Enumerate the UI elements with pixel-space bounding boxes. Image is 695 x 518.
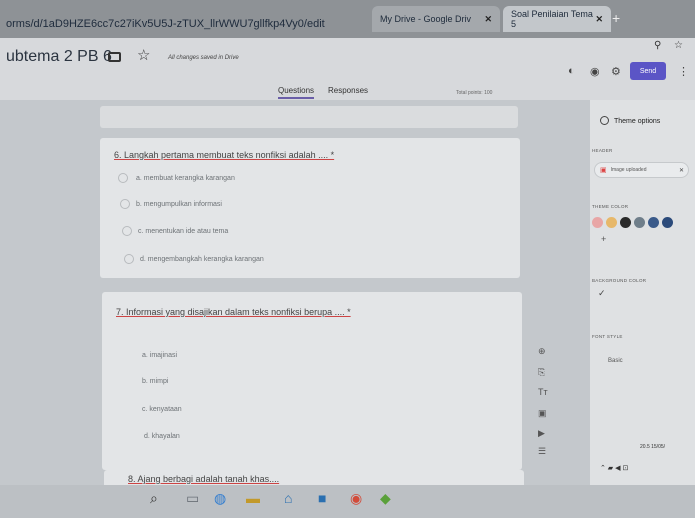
- mail-icon[interactable]: ■: [318, 490, 326, 506]
- send-button[interactable]: Send: [630, 62, 666, 80]
- radio-option[interactable]: [122, 226, 132, 236]
- form-title[interactable]: ubtema 2 PB 6: [6, 48, 112, 66]
- import-questions-icon[interactable]: ⎘: [538, 367, 545, 378]
- color-swatch[interactable]: [634, 217, 645, 228]
- radio-option[interactable]: [120, 199, 130, 209]
- new-tab-button[interactable]: +: [612, 10, 620, 26]
- font-style-select[interactable]: Basic: [608, 358, 623, 364]
- chrome-icon[interactable]: ◉: [350, 490, 362, 507]
- zoom-icon[interactable]: ⚲: [654, 40, 661, 51]
- theme-color-label: THEME COLOR: [592, 204, 629, 209]
- color-swatch[interactable]: [592, 217, 603, 228]
- store-icon[interactable]: ⌂: [284, 490, 292, 506]
- app-icon[interactable]: ◆: [380, 490, 391, 507]
- system-tray[interactable]: ⌃ ▰ ◀ ⊡: [600, 464, 628, 472]
- image-chip[interactable]: ▣ Image uploaded ✕: [594, 162, 689, 178]
- radio-option[interactable]: [124, 254, 134, 264]
- add-question-icon[interactable]: ⊕: [538, 346, 546, 357]
- preview-icon[interactable]: ◉: [590, 65, 600, 78]
- address-bar[interactable]: orms/d/1aD9HZE6cc7c27iKv5U5J-zTUX_llrWWU…: [0, 12, 370, 36]
- option-label: c. menentukan ide atau tema: [138, 228, 229, 235]
- remove-image-icon[interactable]: ✕: [679, 167, 684, 174]
- taskbar: [0, 485, 695, 518]
- add-color-icon[interactable]: +: [601, 234, 606, 244]
- option-label: c. kenyataan: [142, 406, 182, 413]
- previous-question-card[interactable]: [100, 106, 518, 128]
- tab-responses[interactable]: Responses: [328, 86, 368, 95]
- option-label: a. membuat kerangka karangan: [136, 175, 235, 182]
- tab-label: My Drive - Google Driv: [380, 14, 472, 24]
- close-icon[interactable]: ✕: [595, 14, 603, 25]
- add-image-icon[interactable]: ▣: [538, 408, 547, 419]
- bookmark-star-icon[interactable]: ☆: [674, 40, 683, 51]
- more-menu-icon[interactable]: ⋮: [678, 65, 689, 78]
- clock[interactable]: 20.5 15/05/: [640, 444, 665, 450]
- radio-option[interactable]: [118, 173, 128, 183]
- tab-label: Soal Penilaian Tema 5: [511, 9, 593, 29]
- customize-theme-icon[interactable]: ◐: [568, 65, 575, 77]
- option-label: b. mimpi: [142, 378, 169, 385]
- option-label: a. imajinasi: [142, 352, 178, 359]
- color-swatch[interactable]: [620, 217, 631, 228]
- task-view-icon[interactable]: ▭: [186, 490, 199, 507]
- question-title[interactable]: 8. Ajang berbagi adalah tanah khas....: [128, 474, 279, 484]
- browser-tab-drive[interactable]: My Drive - Google Driv ✕: [372, 6, 500, 32]
- total-points: Total points: 100: [456, 90, 493, 96]
- star-icon[interactable]: ☆: [137, 46, 150, 64]
- header-label: HEADER: [592, 148, 613, 153]
- close-icon[interactable]: ✕: [484, 14, 492, 25]
- palette-icon: [600, 116, 609, 125]
- color-swatch[interactable]: [662, 217, 673, 228]
- add-section-icon[interactable]: ☰: [538, 446, 546, 457]
- tab-questions[interactable]: Questions: [278, 86, 315, 99]
- question-title[interactable]: 7. Informasi yang disajikan dalam teks n…: [116, 307, 351, 317]
- image-chip-label: Image uploaded: [610, 167, 647, 173]
- image-icon: ▣: [600, 167, 607, 174]
- background-color-label: BACKGROUND COLOR: [592, 278, 647, 283]
- search-icon[interactable]: ⌕: [150, 490, 158, 507]
- add-title-icon[interactable]: Tт: [538, 387, 548, 397]
- save-status: All changes saved in Drive: [168, 55, 239, 61]
- question-title[interactable]: 6. Langkah pertama membuat teks nonfiksi…: [114, 150, 334, 160]
- font-style-label: FONT STYLE: [592, 334, 623, 339]
- folder-icon[interactable]: [108, 52, 121, 62]
- browser-tab-form[interactable]: Soal Penilaian Tema 5 ✕: [503, 6, 611, 32]
- option-label: d. khayalan: [144, 433, 180, 440]
- settings-icon[interactable]: ⚙: [611, 65, 621, 78]
- add-video-icon[interactable]: ▶: [538, 428, 545, 439]
- option-label: d. mengembangkah kerangka karangan: [140, 256, 264, 263]
- theme-panel-title: Theme options: [614, 118, 661, 125]
- option-label: b. mengumpulkan informasi: [136, 201, 222, 208]
- edge-icon[interactable]: ◍: [214, 490, 226, 507]
- color-swatch[interactable]: [648, 217, 659, 228]
- checkmark-icon[interactable]: ✓: [598, 288, 606, 299]
- color-swatch[interactable]: [606, 217, 617, 228]
- file-explorer-icon[interactable]: ▬: [246, 490, 260, 506]
